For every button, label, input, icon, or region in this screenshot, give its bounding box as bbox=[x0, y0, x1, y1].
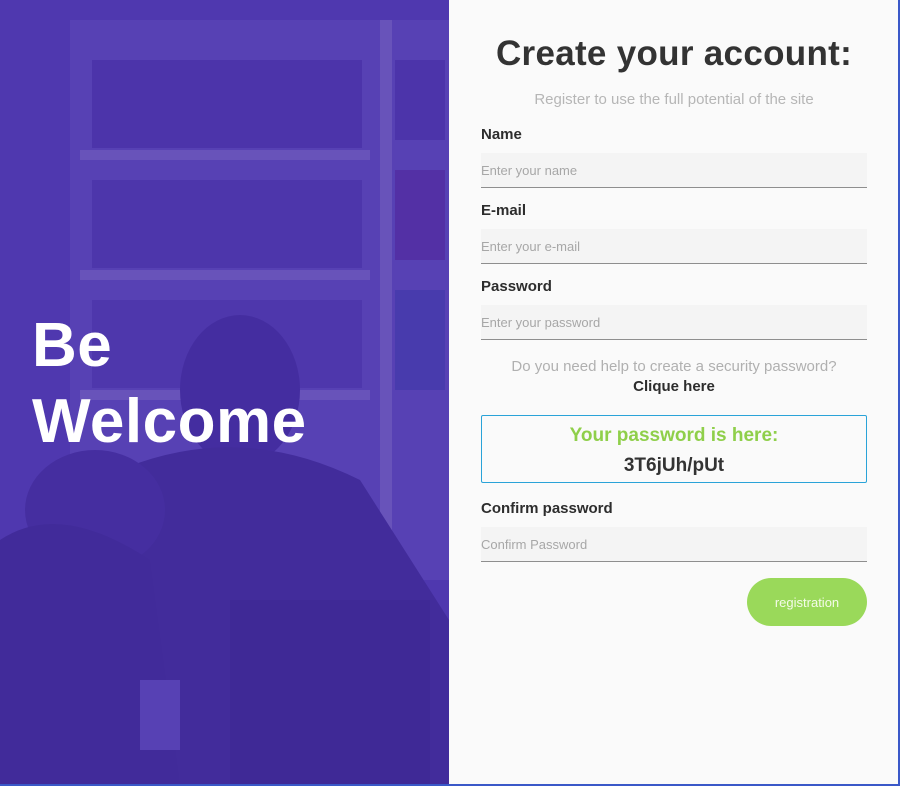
hero-welcome-heading: Be Welcome bbox=[32, 308, 307, 460]
password-field-wrapper bbox=[481, 305, 867, 340]
email-label: E-mail bbox=[481, 202, 527, 219]
confirm-password-label: Confirm password bbox=[481, 500, 613, 517]
hero-title-line-2: Welcome bbox=[32, 387, 307, 456]
form-actions: registration bbox=[481, 578, 867, 626]
password-input[interactable] bbox=[481, 314, 867, 330]
registration-page: Be Welcome Create your account: Register… bbox=[0, 0, 898, 784]
password-label: Password bbox=[481, 278, 552, 295]
name-label: Name bbox=[481, 126, 522, 143]
hero-panel: Be Welcome bbox=[0, 0, 449, 784]
hero-title-line-1: Be bbox=[32, 311, 113, 380]
confirm-password-input[interactable] bbox=[481, 536, 867, 552]
password-help-text: Do you need help to create a security pa… bbox=[511, 358, 837, 375]
name-input[interactable] bbox=[481, 162, 867, 178]
password-help: Do you need help to create a security pa… bbox=[481, 357, 867, 397]
generated-password-box: Your password is here: 3T6jUh/pUt bbox=[481, 415, 867, 483]
form-subtitle: Register to use the full potential of th… bbox=[534, 91, 814, 108]
confirm-password-field-wrapper bbox=[481, 527, 867, 562]
name-field-wrapper bbox=[481, 153, 867, 188]
form-title: Create your account: bbox=[495, 34, 853, 73]
generated-password-label: Your password is here: bbox=[569, 425, 779, 446]
registration-form: Create your account: Register to use the… bbox=[449, 0, 898, 784]
email-field-wrapper bbox=[481, 229, 867, 264]
password-help-link[interactable]: Clique here bbox=[481, 377, 867, 397]
email-input[interactable] bbox=[481, 238, 867, 254]
generated-password-value: 3T6jUh/pUt bbox=[623, 455, 725, 476]
registration-button[interactable]: registration bbox=[747, 578, 867, 626]
